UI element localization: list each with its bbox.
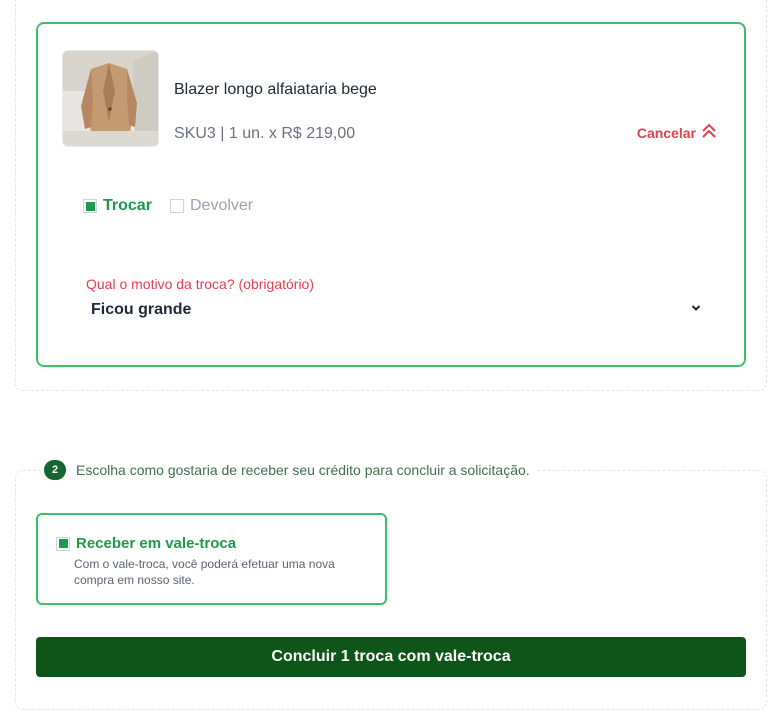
- cancel-button[interactable]: Cancelar: [637, 122, 718, 143]
- reason-value: Ficou grande: [91, 301, 192, 318]
- product-image: [62, 50, 159, 147]
- exchange-checkbox[interactable]: [83, 199, 97, 213]
- store-credit-checkbox[interactable]: [56, 536, 70, 551]
- store-credit-option[interactable]: Receber em vale-troca Com o vale-troca, …: [36, 513, 387, 605]
- submit-exchange-button[interactable]: Concluir 1 troca com vale-troca: [36, 637, 746, 677]
- chevron-down-icon: [690, 301, 702, 319]
- chevrons-up-icon: [700, 122, 718, 143]
- reason-select[interactable]: Ficou grande: [86, 296, 702, 324]
- reason-label: Qual o motivo da troca? (obrigatório): [86, 276, 314, 292]
- return-label: Devolver: [190, 197, 254, 214]
- exchange-label: Trocar: [103, 197, 152, 214]
- step-2-text: Escolha como gostaria de receber seu cré…: [76, 462, 530, 478]
- exchange-option[interactable]: Trocar: [83, 197, 152, 215]
- product-meta: SKU3 | 1 un. x R$ 219,00: [174, 125, 356, 142]
- store-credit-description: Com o vale-troca, você poderá efetuar um…: [74, 557, 335, 587]
- product-name: Blazer longo alfaiataria bege: [174, 81, 377, 98]
- step-2-heading: 2 Escolha como gostaria de receber seu c…: [40, 460, 536, 480]
- return-checkbox[interactable]: [170, 199, 184, 213]
- step-number-badge: 2: [44, 460, 66, 480]
- item-card: Blazer longo alfaiataria bege SKU3 | 1 u…: [36, 22, 746, 367]
- cancel-label: Cancelar: [636, 124, 696, 141]
- return-option[interactable]: Devolver: [170, 197, 253, 215]
- store-credit-title: Receber em vale-troca: [76, 535, 237, 552]
